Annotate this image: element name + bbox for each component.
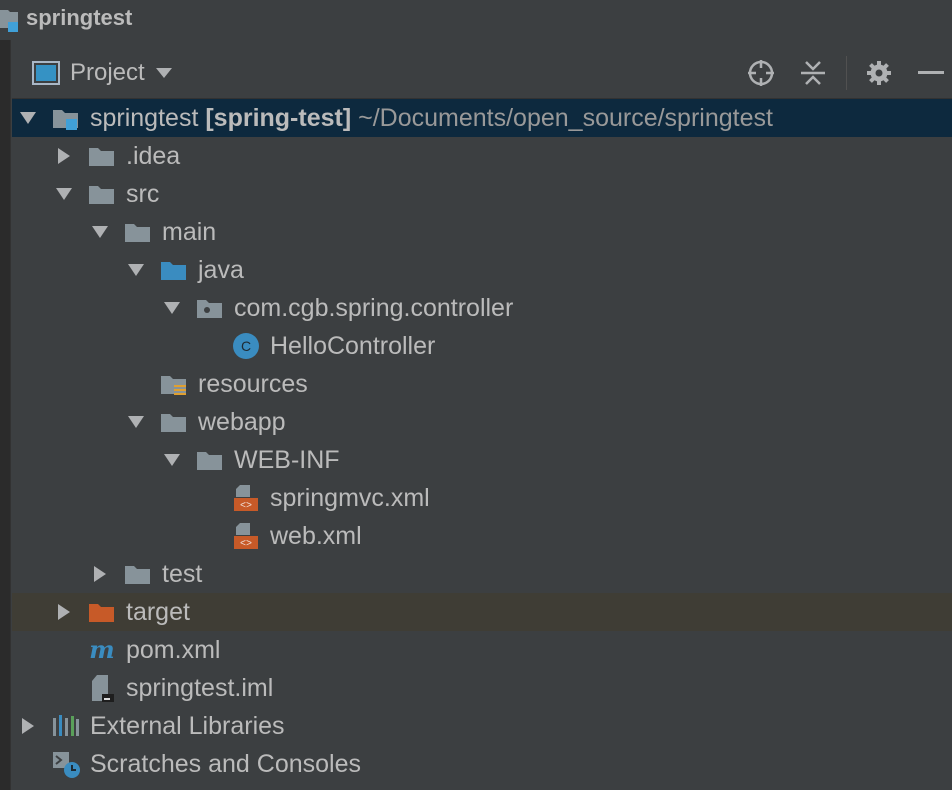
root-module-name: [spring-test] — [205, 104, 352, 132]
tree-item-label: springmvc.xml — [270, 484, 430, 512]
resources-folder-icon — [161, 376, 186, 395]
tree-item-label: main — [162, 218, 217, 246]
chevron-down-icon[interactable] — [92, 224, 108, 240]
chevron-down-icon — [155, 68, 172, 78]
tree-row-idea[interactable]: .idea — [12, 137, 952, 175]
project-view-icon — [32, 61, 60, 85]
tool-window-strip[interactable] — [0, 40, 11, 790]
chevron-down-icon[interactable] — [164, 452, 180, 468]
view-selector-label: Project — [70, 59, 145, 86]
gear-icon — [867, 61, 891, 85]
root-path: ~/Documents/open_source/springtest — [358, 104, 773, 132]
collapse-all-icon — [801, 61, 825, 85]
tree-item-label: .idea — [126, 142, 181, 170]
chevron-down-icon[interactable] — [20, 110, 36, 126]
xml-file-icon: <> — [234, 485, 258, 512]
minimize-icon — [918, 71, 944, 74]
svg-text:<>: <> — [240, 539, 252, 550]
window-title: springtest — [26, 5, 133, 30]
toolbar-divider — [846, 56, 847, 90]
svg-text:<>: <> — [240, 501, 252, 512]
xml-file-icon: <> — [234, 523, 258, 550]
tree-row-external-libraries[interactable]: External Libraries — [12, 707, 952, 745]
maven-icon: m — [89, 636, 114, 664]
tree-row-webapp[interactable]: webapp — [12, 403, 952, 441]
java-class-icon: C — [233, 333, 259, 359]
chevron-down-icon[interactable] — [128, 414, 144, 430]
tree-item-label: pom.xml — [126, 636, 221, 664]
tree-row-web-inf[interactable]: WEB-INF — [12, 441, 952, 479]
folder-icon — [161, 414, 186, 432]
scratches-icon — [53, 752, 80, 778]
chevron-down-icon[interactable] — [56, 186, 72, 202]
tree-row-iml[interactable]: springtest.iml — [12, 669, 952, 707]
tree-row-java[interactable]: java — [12, 251, 952, 289]
crosshair-icon — [748, 60, 774, 86]
libraries-icon — [53, 715, 79, 736]
collapse-all-button[interactable] — [798, 58, 828, 88]
tree-row-main[interactable]: main — [12, 213, 952, 251]
tree-row-springmvc-xml[interactable]: <> springmvc.xml — [12, 479, 952, 517]
chevron-right-icon[interactable] — [56, 604, 72, 620]
chevron-down-icon[interactable] — [128, 262, 144, 278]
folder-icon — [89, 148, 114, 166]
chevron-right-icon[interactable] — [20, 718, 36, 734]
folder-icon — [89, 186, 114, 204]
tree-item-label: web.xml — [270, 522, 362, 550]
root-label: springtest [spring-test] ~/Documents/ope… — [90, 103, 773, 133]
tree-row-src[interactable]: src — [12, 175, 952, 213]
folder-icon — [125, 566, 150, 584]
tree-item-label: HelloController — [270, 332, 436, 360]
tree-row-pom-xml[interactable]: m pom.xml — [12, 631, 952, 669]
source-folder-icon — [161, 262, 186, 280]
hide-panel-button[interactable] — [916, 58, 946, 88]
tree-row-target[interactable]: target — [12, 593, 952, 631]
tree-row-hello-controller[interactable]: C HelloController — [12, 327, 952, 365]
tree-item-label: src — [126, 180, 160, 208]
folder-icon — [197, 452, 222, 470]
tree-item-label: External Libraries — [90, 712, 285, 740]
chevron-right-icon[interactable] — [56, 148, 72, 164]
tree-item-label: Scratches and Consoles — [90, 750, 361, 778]
view-selector[interactable]: Project — [32, 58, 173, 88]
root-name: springtest — [90, 104, 199, 132]
tree-item-label: WEB-INF — [234, 446, 340, 474]
panel-header: Project — [12, 48, 952, 99]
chevron-right-icon[interactable] — [92, 566, 108, 582]
svg-text:m: m — [89, 636, 114, 664]
tree-row-package[interactable]: com.cgb.spring.controller — [12, 289, 952, 327]
tree-row-test[interactable]: test — [12, 555, 952, 593]
window-title-bar: springtest — [0, 0, 952, 40]
package-icon — [197, 300, 222, 318]
tree-row-web-xml[interactable]: <> web.xml — [12, 517, 952, 555]
tree-item-label: springtest.iml — [126, 674, 274, 702]
tree-item-label: com.cgb.spring.controller — [234, 294, 514, 322]
tree-item-label: webapp — [198, 408, 286, 436]
project-icon — [0, 10, 18, 32]
svg-text:C: C — [241, 338, 251, 354]
tree-item-label: resources — [198, 370, 308, 398]
settings-button[interactable] — [864, 58, 894, 88]
tree-row-resources[interactable]: resources — [12, 365, 952, 403]
project-panel: Project springtest [spring-test] ~/Docum… — [12, 48, 952, 790]
tree-item-label: java — [198, 256, 244, 284]
tree-item-label: test — [162, 560, 203, 588]
module-folder-icon — [53, 110, 78, 130]
folder-icon — [125, 224, 150, 242]
tree-row-root[interactable]: springtest [spring-test] ~/Documents/ope… — [12, 99, 952, 137]
chevron-down-icon[interactable] — [164, 300, 180, 316]
iml-file-icon — [92, 675, 114, 702]
tree-row-scratches[interactable]: Scratches and Consoles — [12, 745, 952, 783]
excluded-folder-icon — [89, 604, 114, 622]
tree-item-label: target — [126, 598, 190, 626]
locate-button[interactable] — [746, 58, 776, 88]
